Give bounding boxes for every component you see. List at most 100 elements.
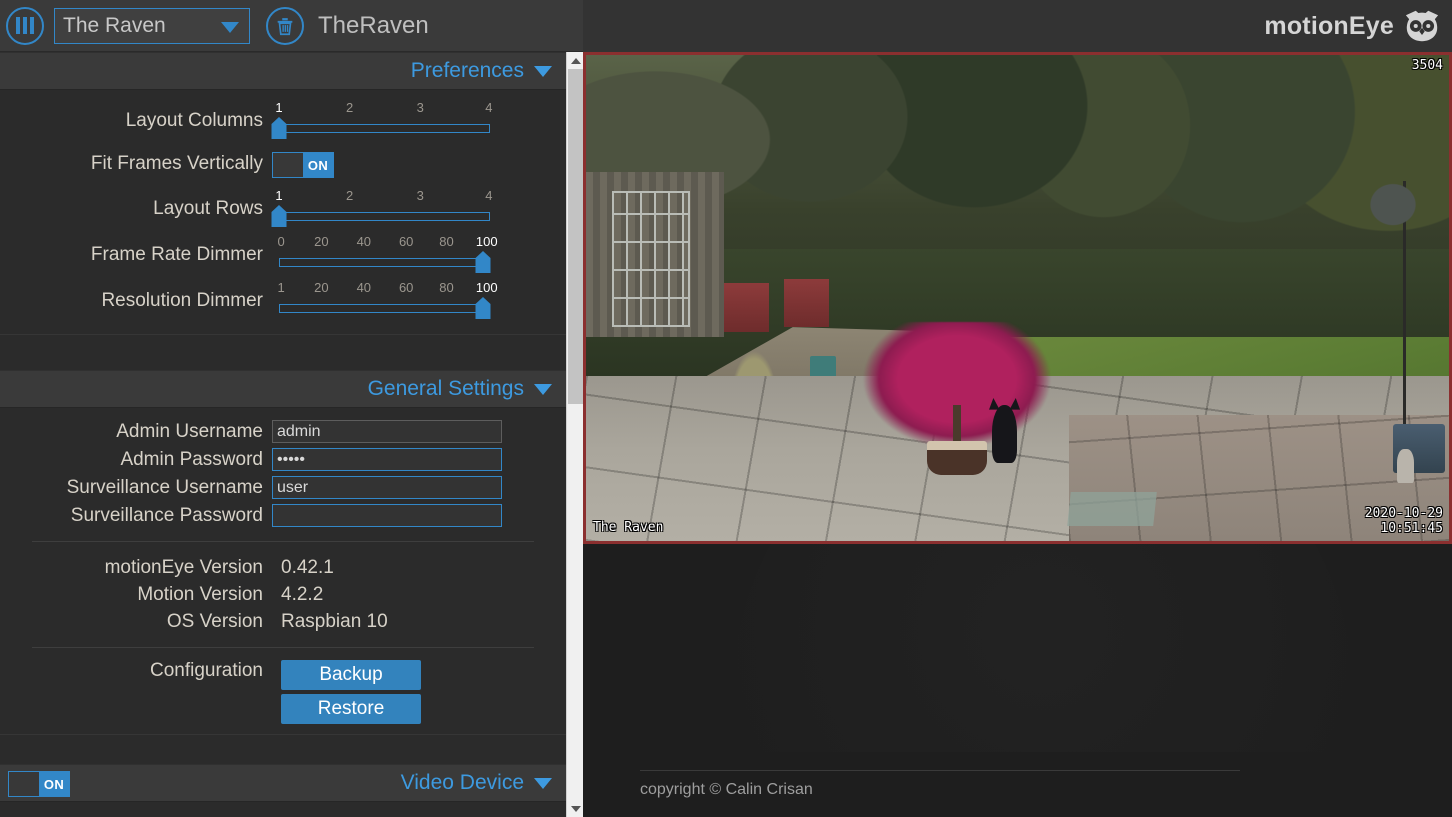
section-body-preferences: Layout Columns 1 2 3 4 Fit Frames Vertic… xyxy=(0,90,566,334)
row-os-version: OS Version Raspbian 10 xyxy=(0,608,566,635)
toggle-off-half xyxy=(9,772,39,796)
divider xyxy=(32,647,534,648)
row-resolution-dimmer: Resolution Dimmer 1 20 40 60 80 100 xyxy=(0,278,566,324)
section-title-video-device: Video Device xyxy=(400,771,524,794)
sidebar-scrollbar[interactable] xyxy=(566,52,583,817)
tick: 80 xyxy=(439,234,454,249)
slider-rail[interactable] xyxy=(279,124,490,133)
section-gap xyxy=(0,734,566,764)
tick: 2 xyxy=(345,188,354,203)
slider-resolution-dimmer[interactable]: 1 20 40 60 80 100 xyxy=(272,280,498,324)
tick: 100 xyxy=(475,234,498,249)
toggle-fit-frames-vertically[interactable]: ON xyxy=(272,152,334,178)
section-header-video-device[interactable]: ON Video Device xyxy=(0,764,566,802)
section-body-general-settings: Admin Username Admin Password Surveillan… xyxy=(0,408,566,734)
row-layout-rows: Layout Rows 1 2 3 4 xyxy=(0,186,566,232)
scrollbar-thumb[interactable] xyxy=(568,69,583,404)
top-bar-right: motionEye xyxy=(583,0,1452,52)
row-configuration: Configuration Backup Restore xyxy=(0,660,566,724)
slider-ticks-layout-columns: 1 2 3 4 xyxy=(275,100,493,117)
tick: 4 xyxy=(485,100,493,115)
overlay-time: 10:51:45 xyxy=(1380,521,1443,537)
slider-rail[interactable] xyxy=(279,258,490,267)
toggle-off-half xyxy=(273,153,303,177)
camera-title: TheRaven xyxy=(318,11,429,39)
tick: 60 xyxy=(398,280,414,295)
tick: 40 xyxy=(356,234,372,249)
brand-label: motionEye xyxy=(1264,11,1394,40)
scroll-down-arrow-icon[interactable] xyxy=(567,800,584,817)
camera-select-value: The Raven xyxy=(63,13,166,37)
copyright-text: copyright © Calin Crisan xyxy=(640,781,813,798)
tick: 1 xyxy=(277,280,285,295)
label-fit-frames-vertically: Fit Frames Vertically xyxy=(90,153,263,174)
scroll-up-arrow-icon[interactable] xyxy=(567,52,584,69)
main-content: 3504 The Raven 2020-10-29 10:51:45 copyr… xyxy=(583,52,1452,817)
slider-frame-rate-dimmer[interactable]: 0 20 40 60 80 100 xyxy=(272,234,498,278)
footer: copyright © Calin Crisan xyxy=(640,770,1240,799)
label-motioneye-version: motionEye Version xyxy=(104,556,263,578)
backup-button[interactable]: Backup xyxy=(281,660,421,690)
tick: 1 xyxy=(275,188,283,203)
slider-layout-rows[interactable]: 1 2 3 4 xyxy=(271,188,494,232)
section-header-general-settings[interactable]: General Settings xyxy=(0,370,566,408)
row-motion-version: Motion Version 4.2.2 xyxy=(0,581,566,608)
tick: 1 xyxy=(275,100,283,115)
slider-knob[interactable] xyxy=(475,251,491,273)
camera-stream-image[interactable] xyxy=(586,55,1449,541)
label-resolution-dimmer: Resolution Dimmer xyxy=(101,290,263,311)
chevron-down-icon xyxy=(534,65,552,77)
value-motioneye-version: 0.42.1 xyxy=(281,556,334,578)
toggle-on-label: ON xyxy=(39,772,69,796)
surveillance-password-input[interactable] xyxy=(272,504,502,527)
section-gap xyxy=(0,334,566,370)
menu-bars-icon[interactable] xyxy=(6,6,44,45)
slider-layout-columns[interactable]: 1 2 3 4 xyxy=(271,100,494,144)
surveillance-username-input[interactable] xyxy=(272,476,502,499)
slider-knob[interactable] xyxy=(271,205,287,227)
camera-frame[interactable]: 3504 The Raven 2020-10-29 10:51:45 xyxy=(583,52,1452,544)
motioneye-app: The Raven TheRaven motionEye Preferences… xyxy=(0,0,1452,817)
admin-password-input[interactable] xyxy=(272,448,502,471)
trash-glyph xyxy=(277,17,293,35)
tick: 60 xyxy=(398,234,414,249)
slider-rail[interactable] xyxy=(279,212,490,221)
slider-rail[interactable] xyxy=(279,304,490,313)
label-configuration: Configuration xyxy=(149,660,263,681)
label-os-version: OS Version xyxy=(166,610,263,632)
trash-icon[interactable] xyxy=(266,6,304,45)
camera-select[interactable]: The Raven xyxy=(54,7,250,44)
overlay-frame-counter: 3504 xyxy=(1411,58,1443,73)
label-layout-rows: Layout Rows xyxy=(153,198,263,219)
chevron-down-icon xyxy=(221,21,239,33)
toggle-video-device[interactable]: ON xyxy=(8,771,70,797)
label-frame-rate-dimmer: Frame Rate Dimmer xyxy=(90,244,263,265)
admin-username-input[interactable] xyxy=(272,420,502,443)
label-admin-password: Admin Password xyxy=(120,448,263,470)
restore-button[interactable]: Restore xyxy=(281,694,421,724)
slider-ticks-frame-rate-dimmer: 0 20 40 60 80 100 xyxy=(277,234,497,251)
value-os-version: Raspbian 10 xyxy=(281,610,388,632)
label-admin-username: Admin Username xyxy=(116,420,263,442)
slider-knob[interactable] xyxy=(475,297,491,319)
tick: 40 xyxy=(356,280,372,295)
tick: 20 xyxy=(314,280,329,295)
row-admin-username: Admin Username xyxy=(0,418,566,445)
top-bar-left: The Raven TheRaven xyxy=(0,0,583,52)
tick: 20 xyxy=(314,234,329,249)
section-header-preferences[interactable]: Preferences xyxy=(0,52,566,90)
tick: 80 xyxy=(439,280,454,295)
label-layout-columns: Layout Columns xyxy=(125,110,263,131)
overlay-date: 2020-10-29 xyxy=(1364,506,1443,522)
tick: 2 xyxy=(345,100,354,115)
tick: 3 xyxy=(416,100,424,115)
settings-sidebar: Preferences Layout Columns 1 2 3 4 Fit F… xyxy=(0,52,566,817)
value-motion-version: 4.2.2 xyxy=(281,583,324,605)
label-surveillance-username: Surveillance Username xyxy=(66,476,263,498)
toggle-on-label: ON xyxy=(303,153,333,177)
tick: 3 xyxy=(416,188,424,203)
section-title-general-settings: General Settings xyxy=(367,377,524,400)
top-bar: The Raven TheRaven motionEye xyxy=(0,0,1452,52)
bars-glyph xyxy=(16,17,34,34)
slider-knob[interactable] xyxy=(271,117,287,139)
